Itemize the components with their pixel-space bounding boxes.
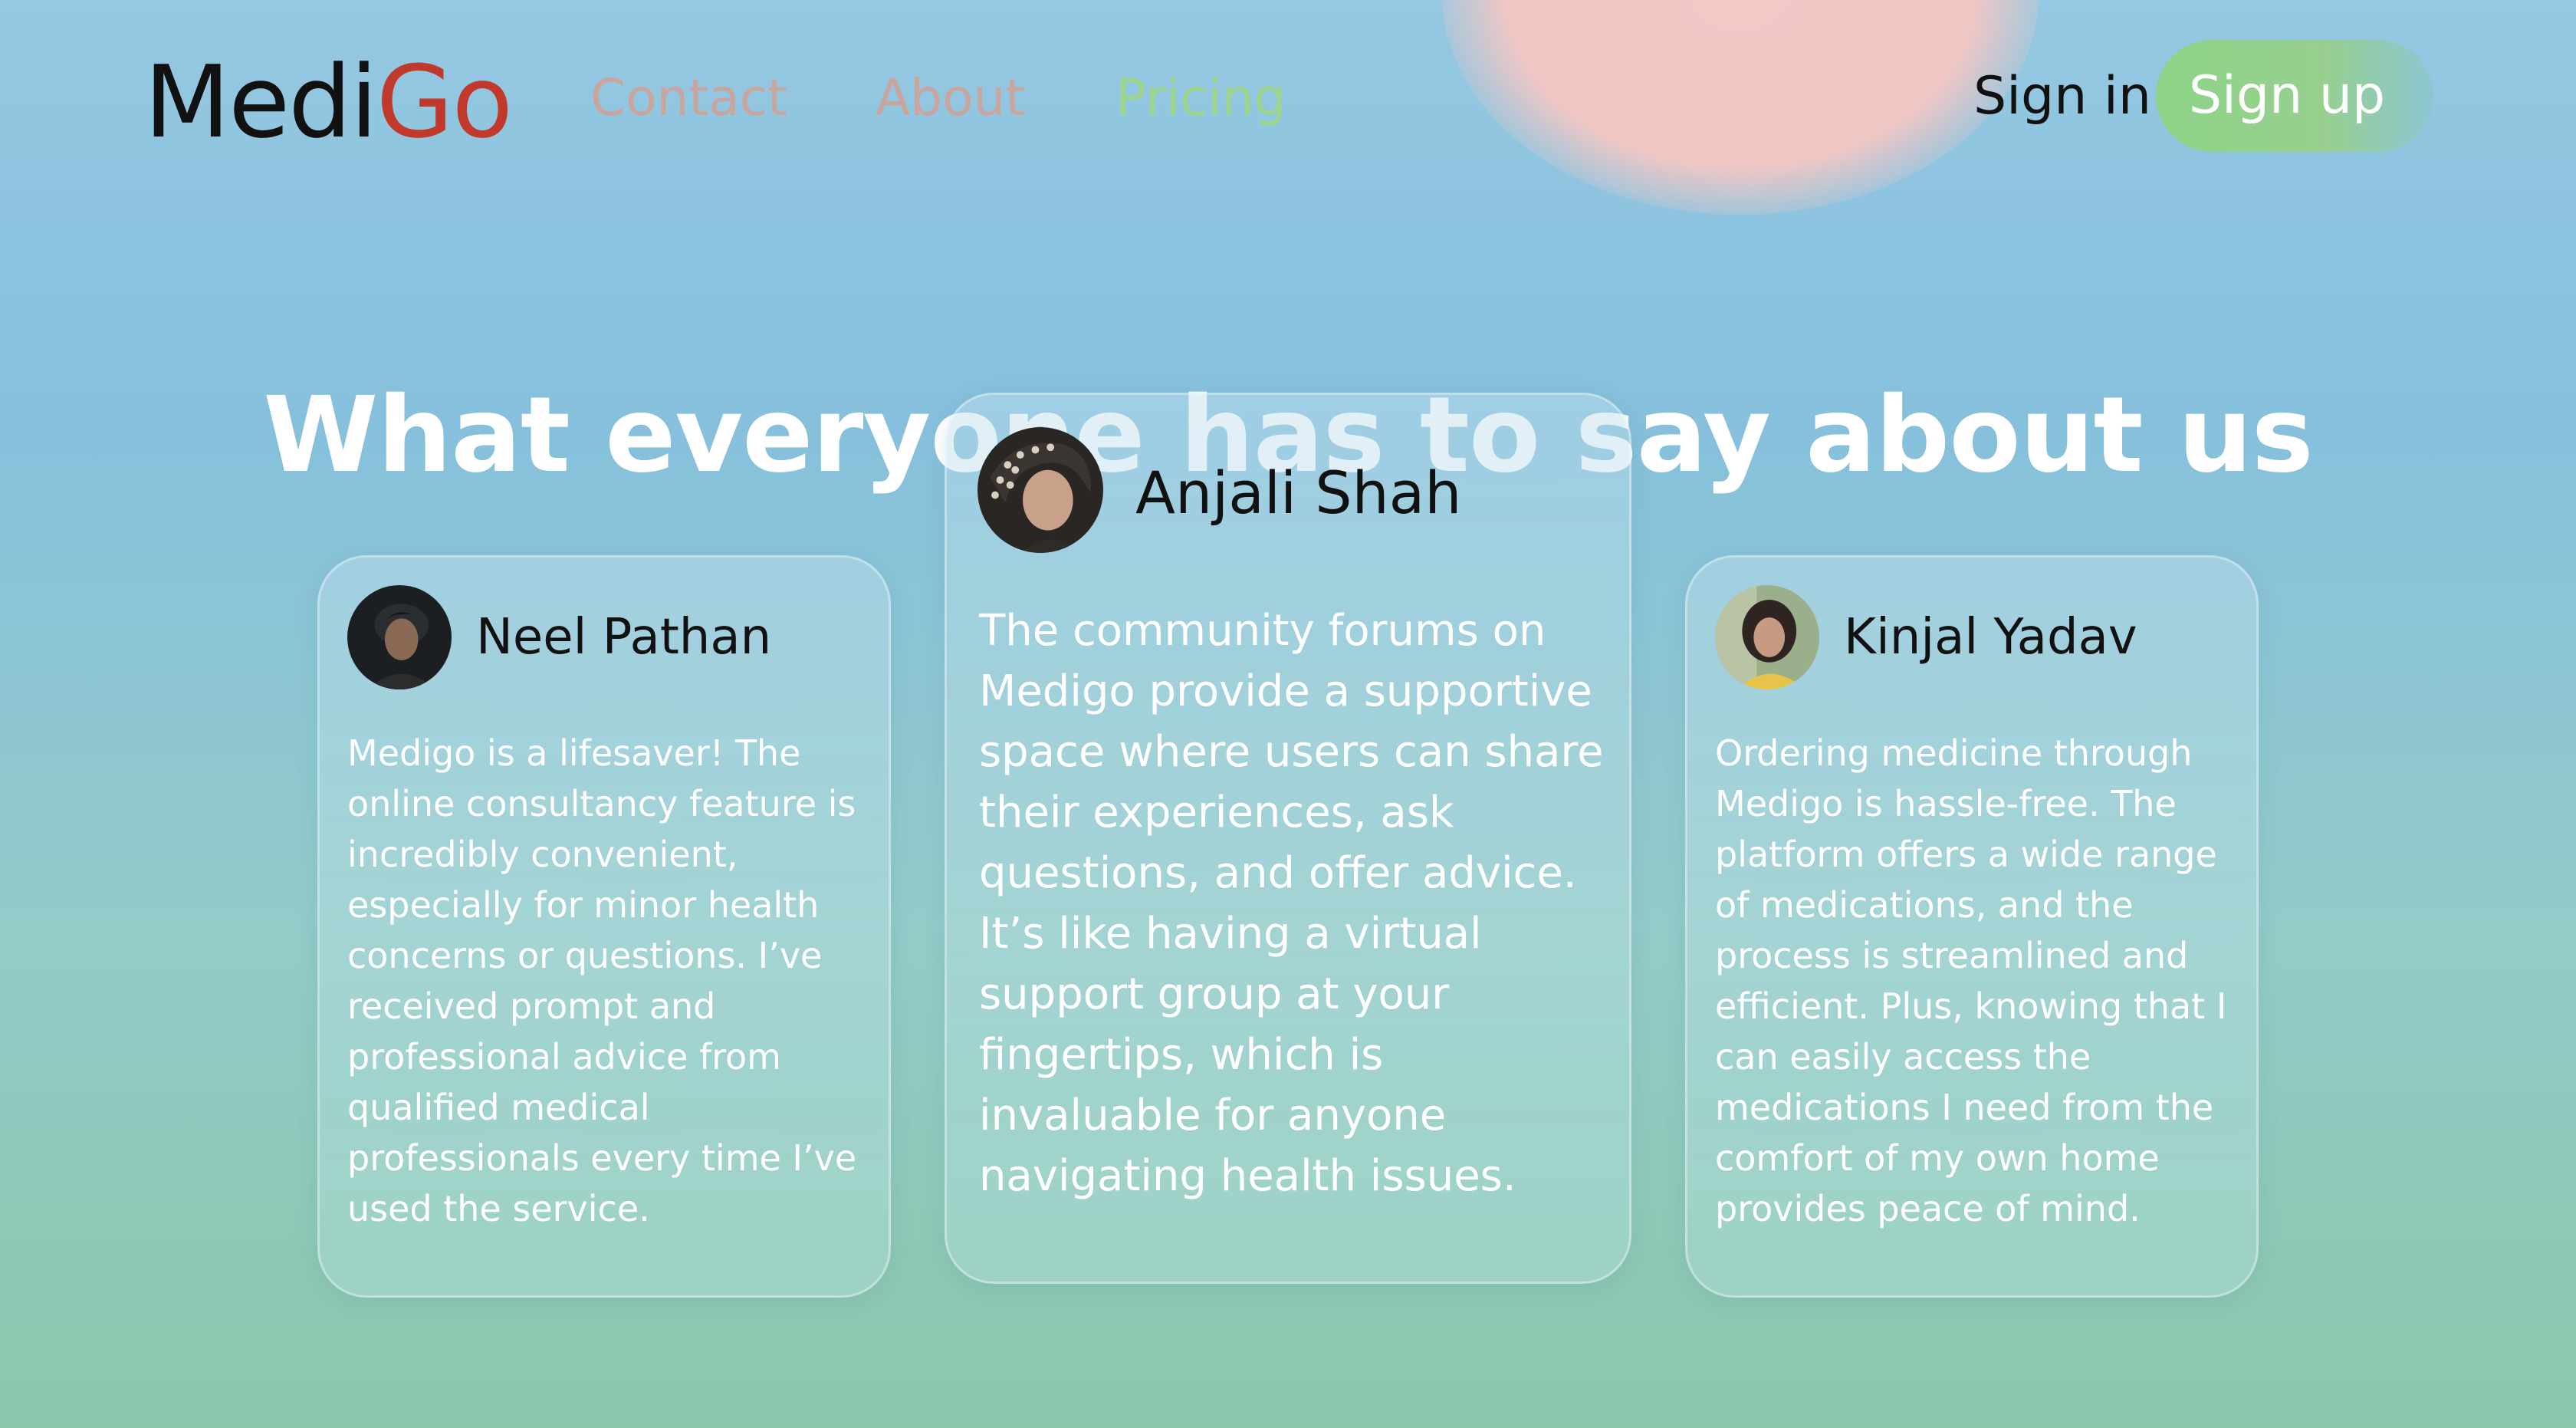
logo-text-medi: Medi [144,44,378,160]
testimonial-card-kinjal: Kinjal Yadav Ordering medicine through M… [1685,555,2259,1298]
avatar-neel-pathan [347,585,452,689]
top-navbar: MediGo Contact About Pricing Sign in Sig… [0,0,2576,192]
reviewer-name: Kinjal Yadav [1844,609,2137,666]
sign-up-button[interactable]: Sign up [2156,40,2433,152]
nav-link-about[interactable]: About [876,67,1025,129]
review-text: Medigo is a lifesaver! The online consul… [347,732,857,1229]
avatar-portrait-icon [347,585,452,689]
nav-link-pricing[interactable]: Pricing [1116,67,1286,129]
logo-text-go: Go [376,44,513,160]
avatar-portrait-icon [978,427,1103,553]
avatar-anjali-shah [978,427,1103,553]
testimonial-card-neel: Neel Pathan Medigo is a lifesaver! The o… [317,555,891,1298]
review-text: Ordering medicine through Medigo is hass… [1715,732,2227,1229]
medigo-logo[interactable]: MediGo [144,44,513,160]
reviewer-name: Neel Pathan [476,609,772,666]
nav-link-contact[interactable]: Contact [590,67,787,129]
review-text: The community forums on Medigo provide a… [979,606,1604,1201]
testimonial-card-anjali: Anjali Shah The community forums on Medi… [945,393,1631,1284]
sign-in-link[interactable]: Sign in [1973,64,2151,129]
avatar-portrait-icon [1715,585,1819,689]
avatar-kinjal-yadav [1715,585,1819,689]
reviewer-name: Anjali Shah [1135,459,1462,527]
